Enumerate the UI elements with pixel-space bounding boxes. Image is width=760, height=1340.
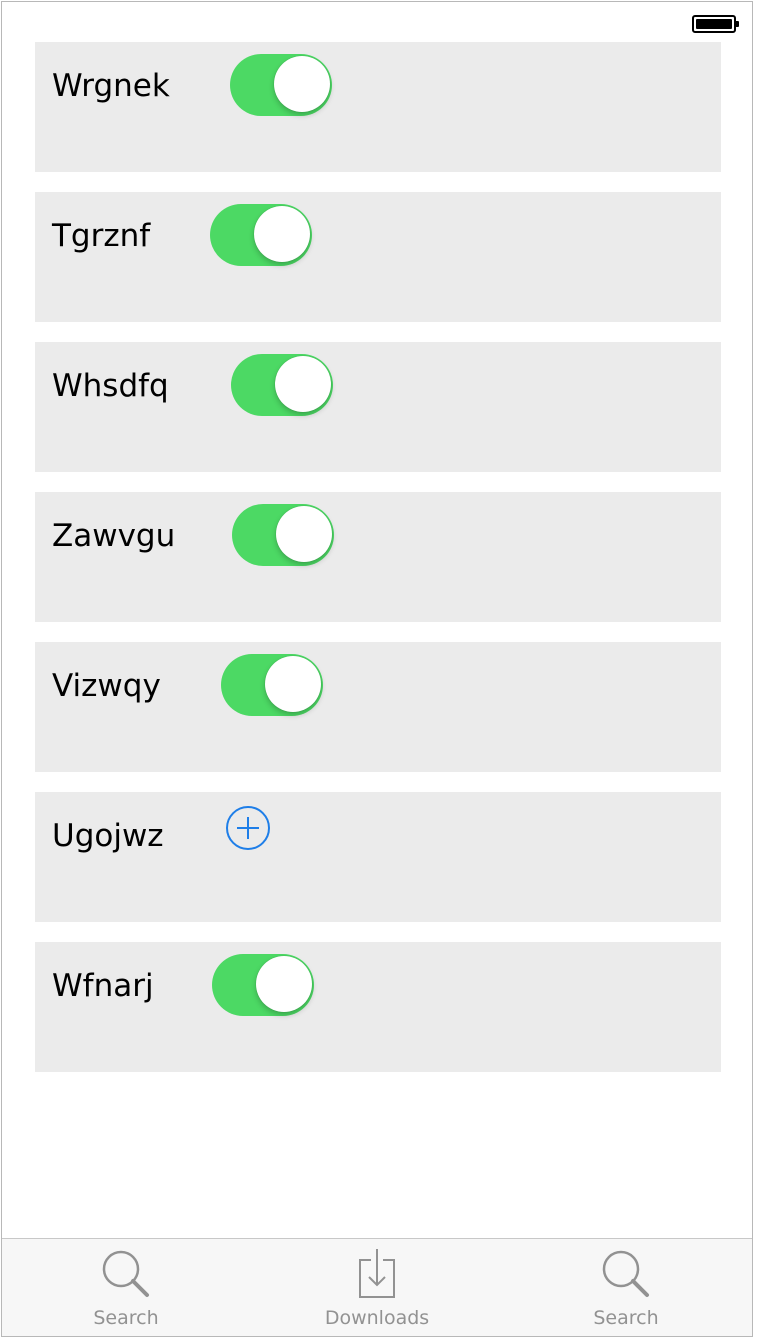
list-item: Ugojwz xyxy=(35,792,721,922)
tab-label: Search xyxy=(93,1307,159,1329)
tab-search-2[interactable]: Search xyxy=(536,1239,716,1336)
toggle-knob xyxy=(275,356,331,412)
row-label: Tgrznf xyxy=(52,218,151,254)
row-label: Wfnarj xyxy=(52,968,154,1004)
search-icon xyxy=(602,1250,649,1297)
tab-label: Search xyxy=(593,1307,659,1329)
toggle-knob xyxy=(276,506,332,562)
row-label: Whsdfq xyxy=(52,368,169,404)
add-button[interactable] xyxy=(225,805,271,851)
app-screen: Wrgnek Tgrznf Whsdfq Zawvgu Vizwqy Ugojw… xyxy=(1,1,753,1337)
toggle-knob xyxy=(254,206,310,262)
list-item: Wfnarj xyxy=(35,942,721,1072)
list-item: Wrgnek xyxy=(35,42,721,172)
toggle-switch[interactable] xyxy=(212,954,314,1016)
toggle-switch[interactable] xyxy=(231,354,333,416)
tab-search[interactable]: Search xyxy=(36,1239,216,1336)
row-label: Zawvgu xyxy=(52,518,176,554)
tab-bar: Search Downloads Search xyxy=(2,1238,752,1336)
toggle-switch[interactable] xyxy=(210,204,312,266)
toggle-switch[interactable] xyxy=(232,504,334,566)
list-item: Vizwqy xyxy=(35,642,721,772)
battery-full-icon xyxy=(692,15,739,33)
tab-downloads[interactable]: Downloads xyxy=(287,1239,467,1336)
row-label: Ugojwz xyxy=(52,818,164,854)
toggle-knob xyxy=(256,956,312,1012)
row-label: Vizwqy xyxy=(52,668,161,704)
toggle-knob xyxy=(274,56,330,112)
list-item: Zawvgu xyxy=(35,492,721,622)
tab-label: Downloads xyxy=(324,1307,430,1329)
search-icon xyxy=(102,1250,149,1297)
row-label: Wrgnek xyxy=(52,68,170,104)
toggle-switch[interactable] xyxy=(221,654,323,716)
toggle-switch[interactable] xyxy=(230,54,332,116)
download-icon xyxy=(359,1249,395,1298)
plus-circle-icon xyxy=(226,806,270,850)
list-item: Whsdfq xyxy=(35,342,721,472)
list-item: Tgrznf xyxy=(35,192,721,322)
toggle-knob xyxy=(265,656,321,712)
